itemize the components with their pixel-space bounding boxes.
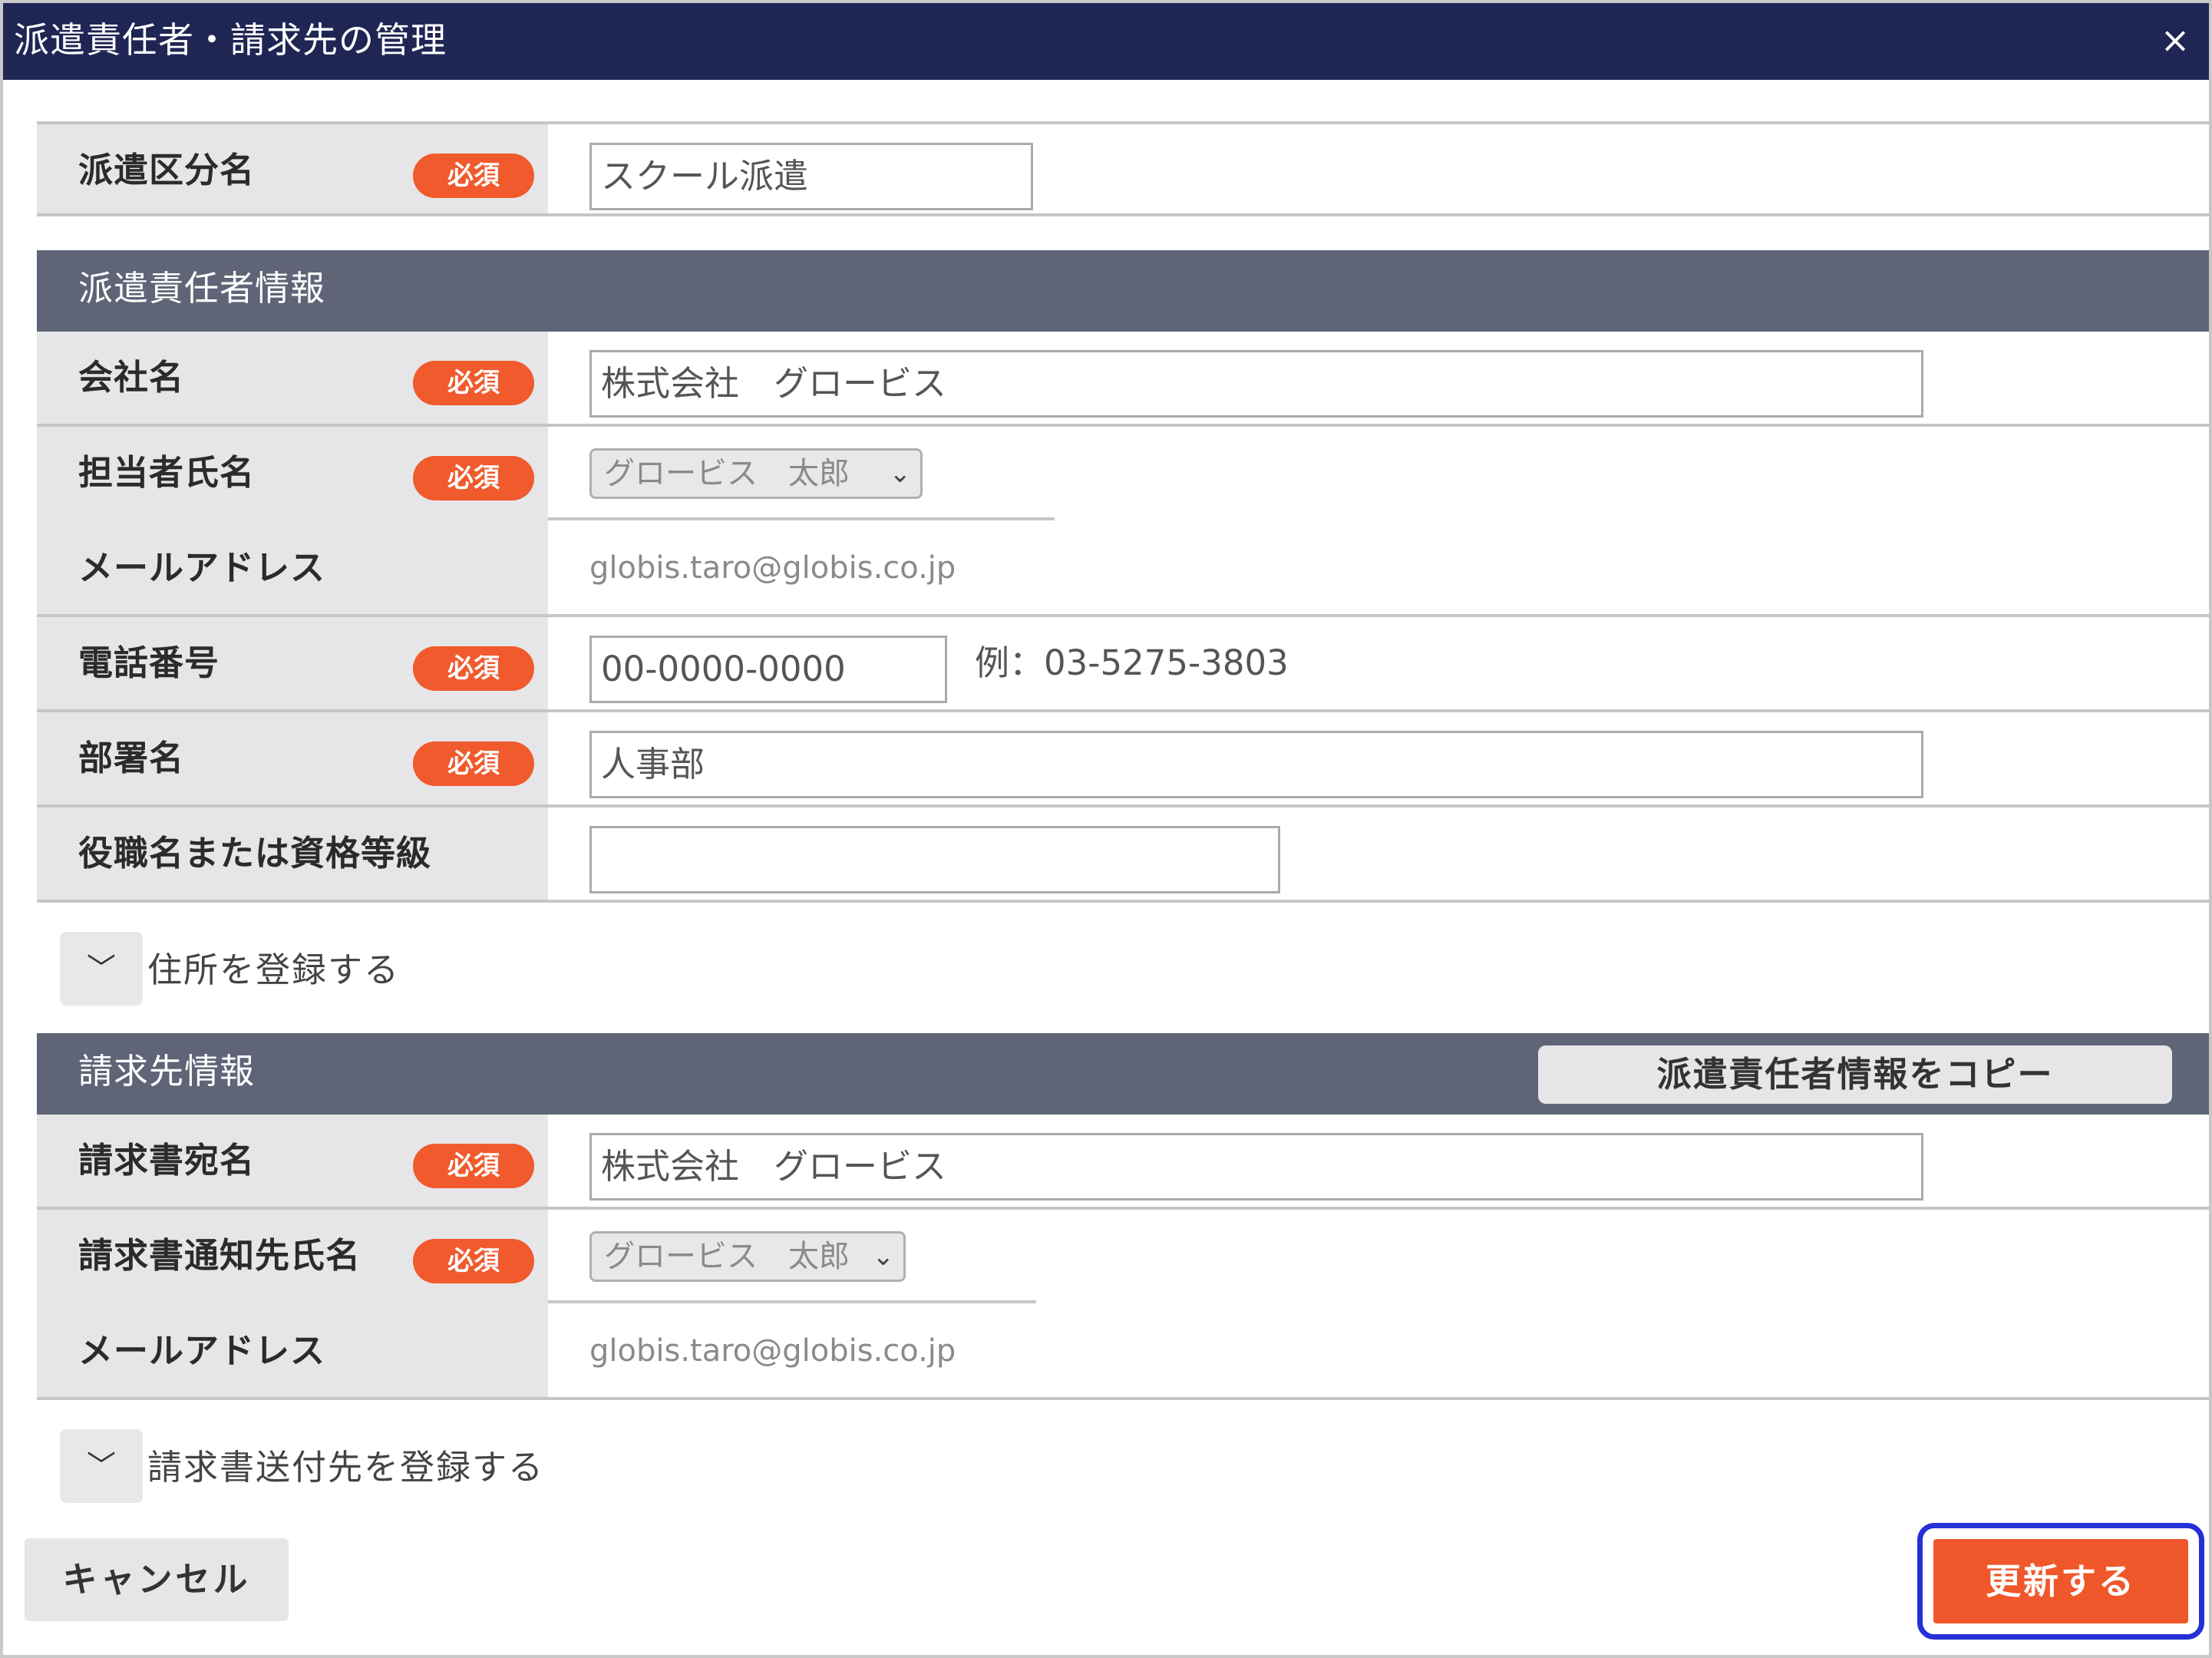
row-notify-person: 請求書通知先氏名 必須 グロービス 太郎 ⌄ bbox=[37, 1210, 2209, 1305]
row-email: メールアドレス globis.taro@globis.co.jp bbox=[37, 522, 2209, 617]
update-button[interactable]: 更新する bbox=[1933, 1539, 2188, 1623]
label-cell: 請求書宛名 必須 bbox=[37, 1115, 548, 1207]
send-toggle-row: ﹀ 請求書送付先を登録する bbox=[37, 1400, 2209, 1531]
company-input[interactable]: 株式会社 グロービス bbox=[589, 350, 1923, 418]
invoice-name-label: 請求書宛名 bbox=[78, 1140, 256, 1181]
row-phone: 電話番号 必須 00-0000-0000 例：03-5275-3803 bbox=[37, 617, 2209, 712]
copy-responsible-button[interactable]: 派遣責任者情報をコピー bbox=[1538, 1045, 2172, 1104]
billing-email-label: メールアドレス bbox=[78, 1330, 326, 1371]
section-header-responsible: 派遣責任者情報 bbox=[37, 250, 2209, 332]
chevron-down-icon: ⌄ bbox=[889, 458, 912, 489]
chevron-down-icon[interactable]: ﹀ bbox=[60, 1429, 143, 1503]
email-value: globis.taro@globis.co.jp bbox=[589, 550, 956, 586]
address-toggle-row: ﹀ 住所を登録する bbox=[37, 903, 2209, 1033]
label-cell: 役職名または資格等級 bbox=[37, 808, 548, 900]
label-cell: 派遣区分名 必須 bbox=[37, 124, 548, 213]
required-badge: 必須 bbox=[413, 154, 534, 198]
close-icon[interactable]: × bbox=[2154, 18, 2197, 61]
title-bar: 派遣責任者・請求先の管理 × bbox=[3, 3, 2209, 80]
update-button-focus-ring: 更新する bbox=[1917, 1523, 2204, 1640]
divider bbox=[548, 517, 1055, 520]
dialog: 派遣責任者・請求先の管理 × 派遣区分名 必須 スクール派遣 派遣責任者情報 会… bbox=[0, 0, 2212, 1658]
row-position: 役職名または資格等級 bbox=[37, 808, 2209, 903]
dispatch-type-label: 派遣区分名 bbox=[78, 150, 256, 190]
phone-label: 電話番号 bbox=[78, 642, 220, 683]
row-company: 会社名 必須 株式会社 グロービス bbox=[37, 332, 2209, 427]
dispatch-type-input[interactable]: スクール派遣 bbox=[589, 143, 1033, 210]
label-cell: 会社名 必須 bbox=[37, 332, 548, 424]
phone-hint: 例：03-5275-3803 bbox=[975, 642, 1289, 683]
row-dispatch-type: 派遣区分名 必須 スクール派遣 bbox=[37, 121, 2209, 216]
divider bbox=[548, 1300, 1036, 1303]
row-person: 担当者氏名 必須 グロービス 太郎 ⌄ bbox=[37, 427, 2209, 522]
department-input[interactable]: 人事部 bbox=[589, 731, 1923, 798]
person-label: 担当者氏名 bbox=[78, 452, 256, 493]
required-badge: 必須 bbox=[413, 741, 534, 786]
address-toggle-label[interactable]: 住所を登録する bbox=[147, 903, 400, 1038]
label-cell: 部署名 必須 bbox=[37, 712, 548, 804]
notify-person-label: 請求書通知先氏名 bbox=[78, 1235, 362, 1276]
required-badge: 必須 bbox=[413, 361, 534, 405]
cancel-button[interactable]: キャンセル bbox=[25, 1538, 289, 1621]
label-cell: メールアドレス bbox=[37, 522, 548, 614]
notify-person-select[interactable]: グロービス 太郎 ⌄ bbox=[589, 1231, 906, 1282]
label-cell: 電話番号 必須 bbox=[37, 617, 548, 709]
row-department: 部署名 必須 人事部 bbox=[37, 712, 2209, 808]
person-select[interactable]: グロービス 太郎 ⌄ bbox=[589, 448, 923, 499]
required-badge: 必須 bbox=[413, 1144, 534, 1188]
phone-input[interactable]: 00-0000-0000 bbox=[589, 636, 947, 703]
required-badge: 必須 bbox=[413, 1239, 534, 1283]
send-toggle-label[interactable]: 請求書送付先を登録する bbox=[147, 1400, 544, 1535]
chevron-down-icon[interactable]: ﹀ bbox=[60, 932, 143, 1006]
row-invoice-name: 請求書宛名 必須 株式会社 グロービス bbox=[37, 1115, 2209, 1210]
section-title-billing: 請求先情報 bbox=[78, 1051, 256, 1092]
email-label: メールアドレス bbox=[78, 547, 326, 588]
company-label: 会社名 bbox=[78, 357, 185, 398]
label-cell: メールアドレス bbox=[37, 1305, 548, 1397]
person-select-value: グロービス 太郎 bbox=[604, 456, 850, 491]
section-header-billing: 請求先情報 派遣責任者情報をコピー bbox=[37, 1033, 2209, 1115]
department-label: 部署名 bbox=[78, 738, 185, 778]
dialog-title: 派遣責任者・請求先の管理 bbox=[14, 19, 447, 61]
label-cell: 担当者氏名 必須 bbox=[37, 427, 548, 522]
section-title-responsible: 派遣責任者情報 bbox=[78, 268, 326, 309]
row-billing-email: メールアドレス globis.taro@globis.co.jp bbox=[37, 1305, 2209, 1400]
required-badge: 必須 bbox=[413, 456, 534, 500]
chevron-down-icon: ⌄ bbox=[872, 1241, 895, 1272]
position-label: 役職名または資格等級 bbox=[78, 833, 432, 874]
notify-person-select-value: グロービス 太郎 bbox=[604, 1239, 850, 1274]
invoice-name-input[interactable]: 株式会社 グロービス bbox=[589, 1133, 1923, 1201]
position-input[interactable] bbox=[589, 826, 1280, 893]
billing-email-value: globis.taro@globis.co.jp bbox=[589, 1333, 956, 1369]
required-badge: 必須 bbox=[413, 646, 534, 691]
label-cell: 請求書通知先氏名 必須 bbox=[37, 1210, 548, 1305]
form: 派遣区分名 必須 スクール派遣 派遣責任者情報 会社名 必須 株式会社 グロービ… bbox=[37, 121, 2209, 1531]
